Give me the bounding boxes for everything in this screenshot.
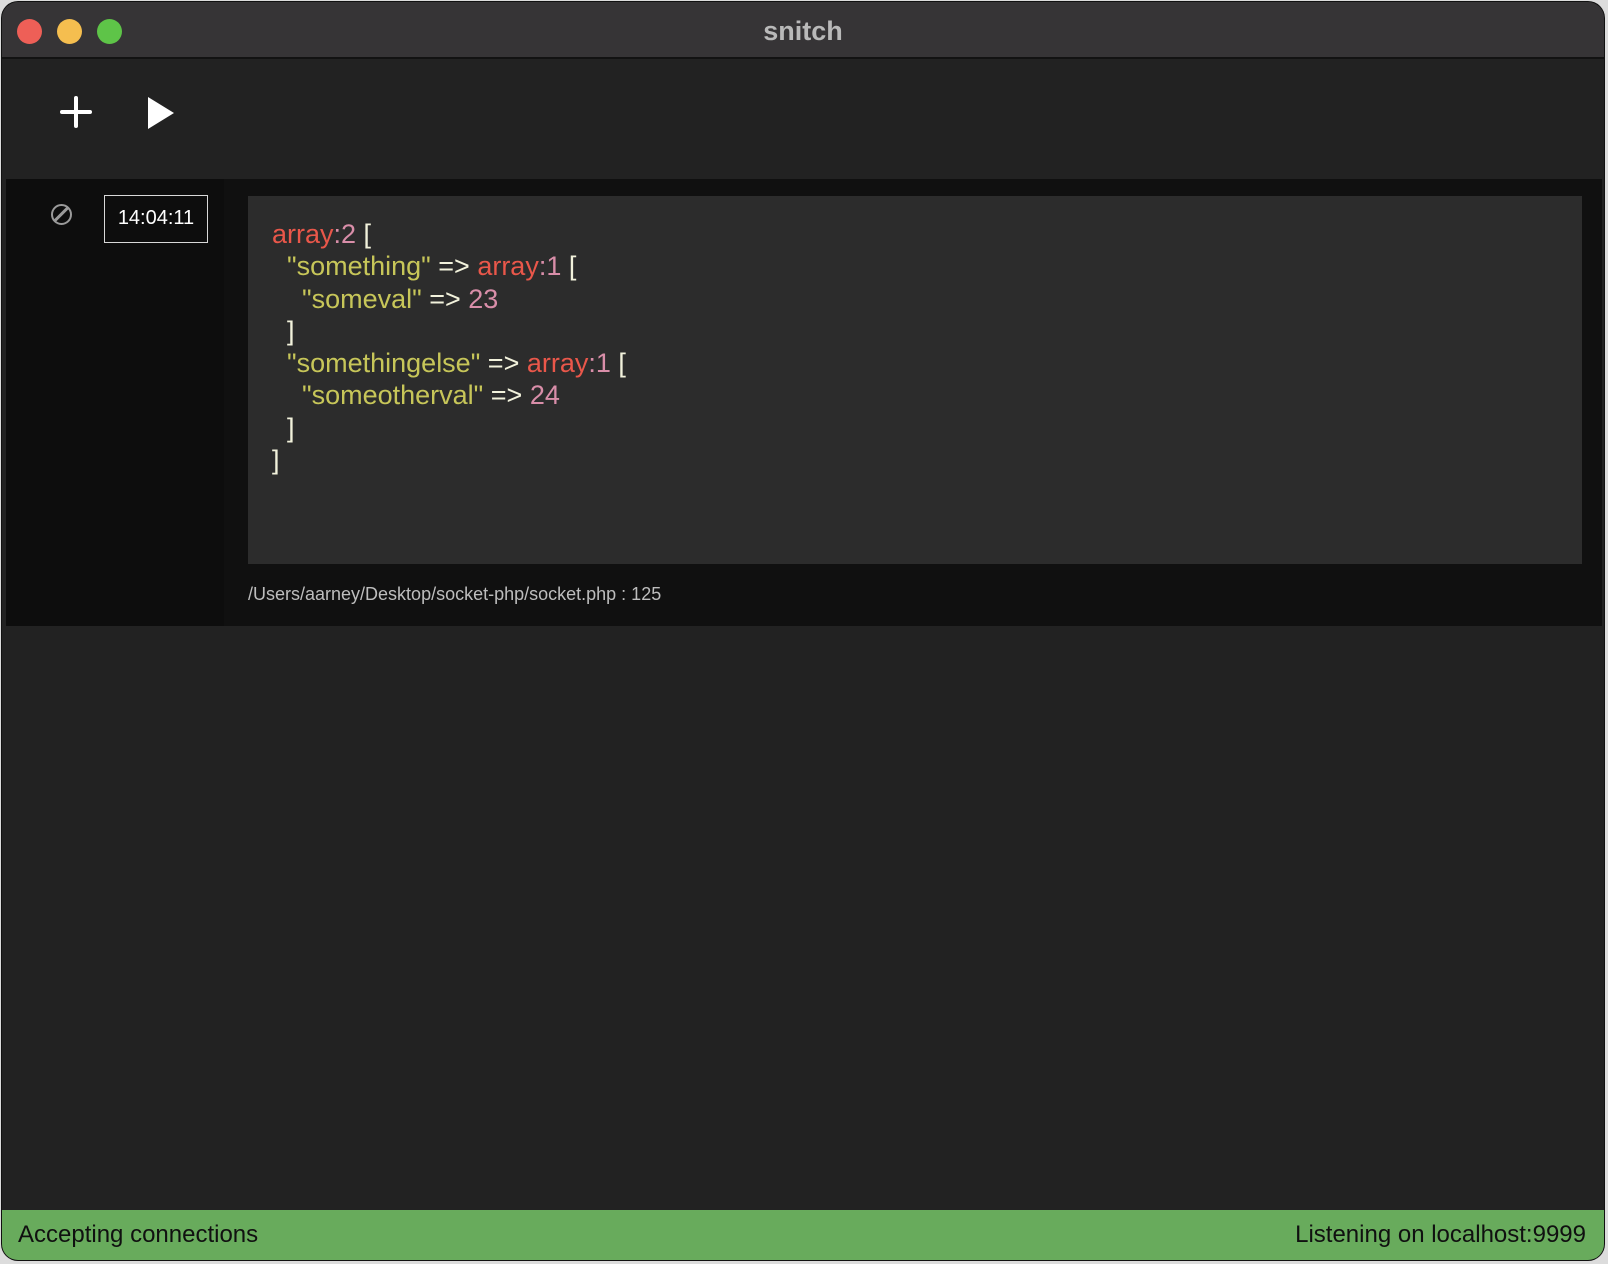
- play-icon[interactable]: [148, 97, 174, 129]
- dump-line: "something" => array:1 [: [272, 250, 1558, 282]
- dump-token: 24: [529, 380, 560, 411]
- dump-code: array:2 [ "something" => array:1 [ "some…: [272, 218, 1558, 476]
- dump-line: ]: [272, 412, 1558, 444]
- dump-token: [272, 348, 287, 378]
- toolbar: [2, 59, 1604, 177]
- dump-token: [272, 251, 287, 281]
- status-right-text: Listening on localhost:9999: [1295, 1221, 1586, 1248]
- dump-line: "somethingelse" => array:1 [: [272, 347, 1558, 379]
- dump-line: "someval" => 23: [272, 283, 1558, 315]
- dump-token: array: [272, 219, 334, 249]
- dump-token: :2: [333, 219, 357, 249]
- dump-token: "someotherval": [302, 380, 484, 411]
- dump-token: [: [356, 219, 372, 249]
- dump-token: "somethingelse": [287, 348, 481, 379]
- dump-token: array: [477, 251, 539, 282]
- dump-token: =>: [480, 348, 527, 379]
- app-window: snitch 14:04:11 array:2 [ "something" =>…: [2, 2, 1604, 1260]
- dump-token: [: [610, 348, 626, 379]
- log-entry: 14:04:11 array:2 [ "something" => array:…: [6, 179, 1602, 626]
- dump-token: "something": [287, 251, 431, 282]
- status-left-text: Accepting connections: [18, 1221, 259, 1248]
- dump-token: [272, 284, 302, 314]
- dump-token: ]: [272, 445, 280, 476]
- dump-token: array: [526, 348, 589, 379]
- dump-line: "someotherval" => 24: [272, 379, 1558, 411]
- source-location: /Users/aarney/Desktop/socket-php/socket.…: [248, 584, 662, 604]
- dump-line: ]: [272, 315, 1558, 347]
- entry-gutter: 14:04:11: [6, 179, 224, 626]
- block-icon[interactable]: [51, 204, 72, 225]
- window-title: snitch: [763, 16, 843, 46]
- dump-panel: array:2 [ "something" => array:1 [ "some…: [248, 196, 1582, 564]
- dump-token: =>: [430, 251, 478, 282]
- entry-timestamp: 14:04:11: [104, 195, 208, 243]
- dump-token: [272, 380, 302, 410]
- dump-token: :1: [588, 348, 611, 379]
- status-bar: Accepting connections Listening on local…: [2, 1210, 1604, 1260]
- dump-line: array:2 [: [272, 218, 1558, 250]
- dump-token: "someval": [302, 283, 422, 314]
- dump-token: 23: [468, 283, 499, 314]
- dump-token: [: [561, 251, 577, 282]
- dump-line: ]: [272, 444, 1558, 476]
- plus-icon[interactable]: [60, 96, 92, 128]
- title-bar: snitch: [2, 2, 1604, 59]
- dump-token: =>: [483, 380, 530, 411]
- dump-token: :1: [538, 251, 562, 282]
- dump-token: ]: [272, 315, 295, 346]
- dump-token: ]: [272, 412, 295, 443]
- dump-token: =>: [421, 283, 469, 314]
